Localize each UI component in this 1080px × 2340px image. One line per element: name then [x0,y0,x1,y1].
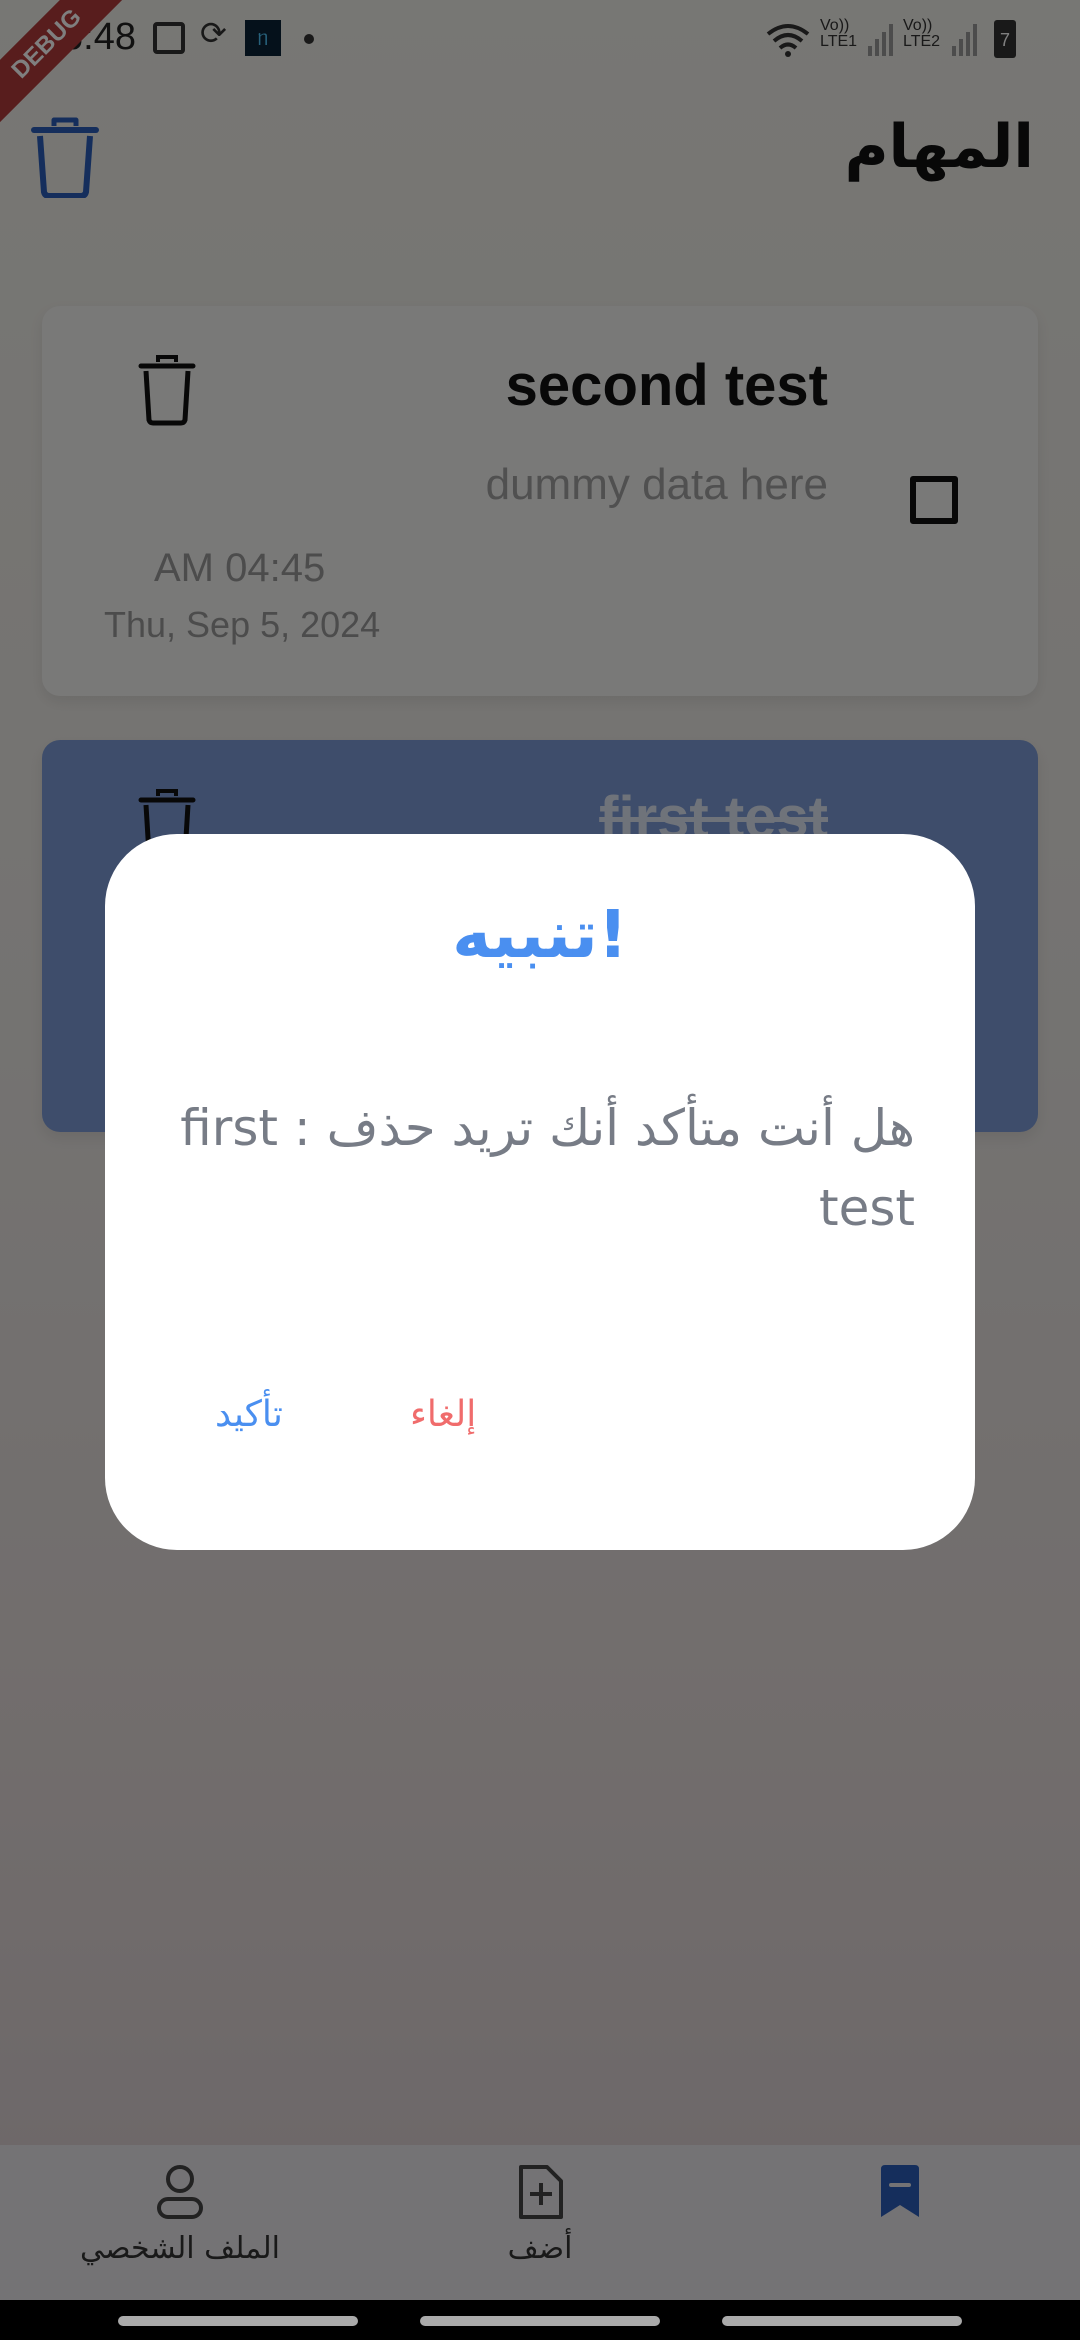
dialog-message: هل أنت متأكد أنك تريد حذف : first test [180,1099,915,1237]
system-nav-home[interactable] [420,2316,660,2326]
confirm-delete-dialog: تنبيه! هل أنت متأكد أنك تريد حذف : first… [105,834,975,1550]
confirm-button[interactable]: تأكيد [215,1394,283,1435]
cancel-button[interactable]: إلغاء [410,1394,476,1435]
system-nav-back[interactable] [722,2316,962,2326]
system-nav-recents[interactable] [118,2316,358,2326]
system-navigation-bar [0,2300,1080,2340]
dialog-title: تنبيه! [452,896,628,973]
